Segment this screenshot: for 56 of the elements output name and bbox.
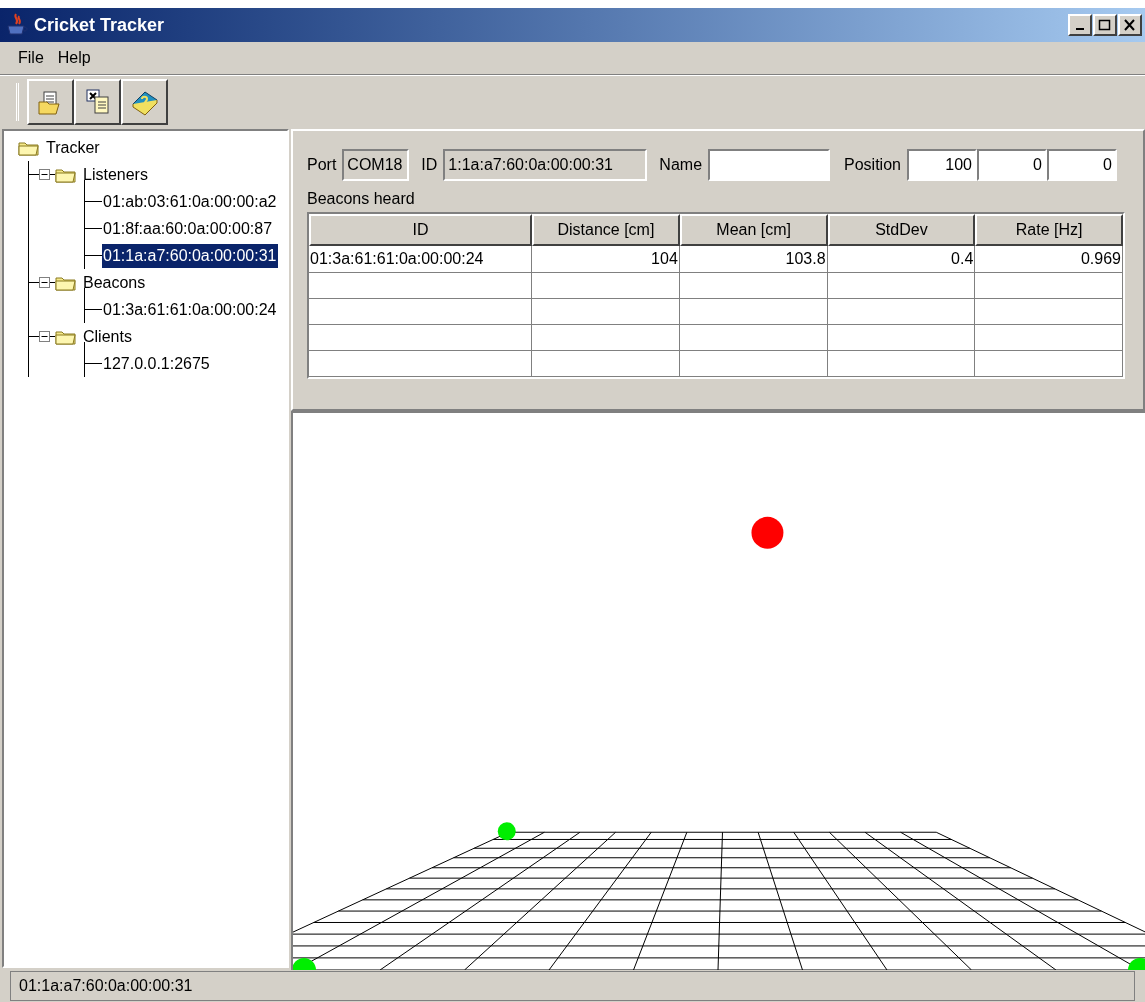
port-field[interactable]: COM18 xyxy=(342,149,410,181)
column-header[interactable]: Mean [cm] xyxy=(679,214,828,246)
column-header[interactable]: StdDev xyxy=(827,214,976,246)
table-cell: 01:3a:61:61:0a:00:00:24 xyxy=(309,246,533,273)
table-cell: 104 xyxy=(532,246,680,273)
folder-icon xyxy=(55,166,77,183)
collapse-icon[interactable] xyxy=(39,277,50,288)
open-button[interactable] xyxy=(27,78,74,125)
listener-marker xyxy=(293,958,316,970)
collapse-icon[interactable] xyxy=(39,331,50,342)
table-cell: 103.8 xyxy=(679,246,828,273)
tree-item[interactable]: Tracker xyxy=(46,136,100,160)
listener-marker xyxy=(1128,958,1145,970)
collapse-icon[interactable] xyxy=(39,169,50,180)
spreadsheet-icon xyxy=(83,87,112,116)
tree-item[interactable]: 01:1a:a7:60:0a:00:00:31 xyxy=(102,243,278,268)
close-button[interactable] xyxy=(1118,14,1142,36)
name-field[interactable] xyxy=(708,149,831,181)
help-button[interactable] xyxy=(121,78,168,125)
column-header[interactable]: Rate [Hz] xyxy=(975,214,1123,246)
tree-item[interactable]: Listeners xyxy=(83,162,148,187)
position-field[interactable]: 0 xyxy=(1046,149,1117,181)
tree-item[interactable]: Clients xyxy=(83,324,132,349)
listener-marker xyxy=(497,822,516,841)
close-icon xyxy=(1123,19,1137,31)
tree-item[interactable]: 01:8f:aa:60:0a:00:00:87 xyxy=(102,216,274,241)
id-label: ID xyxy=(421,155,438,175)
export-button[interactable] xyxy=(74,78,121,125)
tree-item[interactable]: 01:ab:03:61:0a:00:00:a2 xyxy=(102,189,278,214)
id-field[interactable]: 1:1a:a7:60:0a:00:00:31 xyxy=(443,149,648,181)
tree-item[interactable]: 01:3a:61:61:0a:00:00:24 xyxy=(102,297,278,322)
folder-icon xyxy=(55,274,77,291)
maximize-icon xyxy=(1098,19,1112,31)
section-title: Beacons heard xyxy=(307,189,416,209)
position-field[interactable]: 0 xyxy=(976,149,1047,181)
name-label: Name xyxy=(659,155,703,175)
beacon-marker xyxy=(751,516,784,549)
table-cell: 0.969 xyxy=(975,246,1123,273)
table-cell: 0.4 xyxy=(827,246,976,273)
tree-item[interactable]: 127.0.0.1:2675 xyxy=(102,351,211,376)
port-label: Port xyxy=(307,155,337,175)
menu-item[interactable]: Help xyxy=(53,46,95,70)
menu-item[interactable]: File xyxy=(14,46,48,70)
column-header[interactable]: Distance [cm] xyxy=(532,214,680,246)
status-text: 01:1a:a7:60:0a:00:00:31 xyxy=(19,976,193,996)
column-header[interactable]: ID xyxy=(309,214,533,246)
window-title: Cricket Tracker xyxy=(34,13,165,37)
position-label: Position xyxy=(844,155,901,175)
folder-icon xyxy=(18,140,40,156)
folder-icon xyxy=(55,328,77,345)
position-field[interactable]: 100 xyxy=(906,149,977,181)
maximize-button[interactable] xyxy=(1093,14,1117,36)
cup-icon xyxy=(4,12,30,38)
minimize-icon xyxy=(1076,28,1084,30)
minimize-button[interactable] xyxy=(1068,14,1092,36)
tree-item[interactable]: Beacons xyxy=(83,270,146,295)
